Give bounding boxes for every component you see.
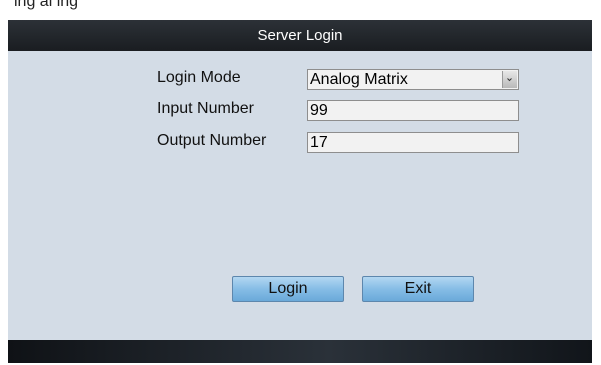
background-text: ing al ing xyxy=(14,0,79,10)
exit-button[interactable]: Exit xyxy=(362,276,474,302)
output-number-field[interactable]: 17 xyxy=(307,132,519,153)
input-number-label: Input Number xyxy=(157,100,254,117)
login-mode-select[interactable]: Analog Matrix xyxy=(307,69,519,90)
title-bar: Server Login xyxy=(8,20,592,51)
login-mode-label: Login Mode xyxy=(157,69,241,86)
dialog-title: Server Login xyxy=(257,27,343,44)
output-number-value: 17 xyxy=(310,134,328,151)
bottom-bar xyxy=(8,340,592,363)
input-number-value: 99 xyxy=(310,102,328,119)
background-text-strip: ing al ing xyxy=(0,0,601,20)
login-mode-value: Analog Matrix xyxy=(310,71,408,88)
input-number-field[interactable]: 99 xyxy=(307,100,519,121)
dropdown-arrow-button[interactable] xyxy=(502,71,517,88)
chevron-down-icon xyxy=(507,78,512,82)
output-number-label: Output Number xyxy=(157,132,267,149)
login-button[interactable]: Login xyxy=(232,276,344,302)
server-login-dialog: Server Login Login Mode Analog Matrix In… xyxy=(8,20,592,363)
